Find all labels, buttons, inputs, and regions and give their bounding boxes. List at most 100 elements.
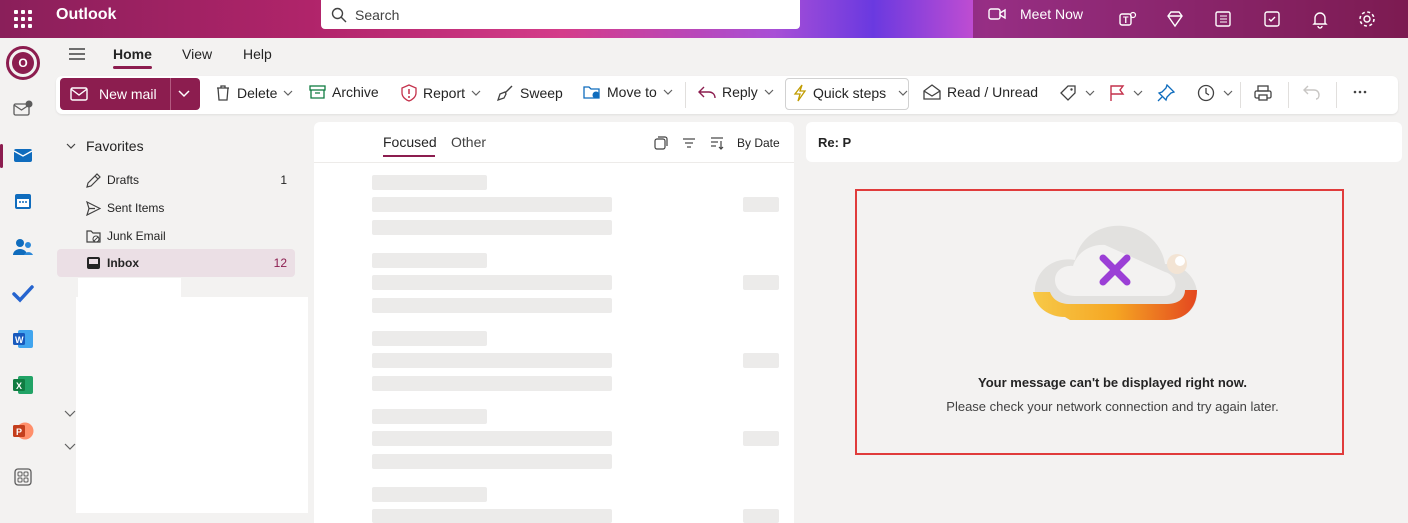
onenote-feed-icon[interactable]	[1213, 9, 1233, 29]
read-unread-label: Read / Unread	[947, 84, 1039, 100]
sort-by-date[interactable]: By Date	[737, 136, 780, 150]
new-mail-button[interactable]: New mail	[60, 78, 200, 110]
chevron-down-icon[interactable]	[64, 443, 76, 451]
broom-icon	[497, 85, 513, 101]
focused-underline	[383, 155, 435, 157]
search-icon	[331, 7, 347, 22]
settings-gear-icon[interactable]	[1357, 9, 1377, 29]
tag-icon	[1060, 85, 1076, 101]
select-all-icon[interactable]	[654, 136, 668, 150]
split-divider	[170, 78, 171, 110]
excel-icon[interactable]: X	[12, 374, 34, 396]
redacted-block	[76, 297, 308, 513]
meet-now-button[interactable]: Meet Now	[988, 6, 1083, 22]
people-icon[interactable]	[12, 236, 34, 258]
more-options-button[interactable]	[1352, 84, 1374, 100]
categorize-button[interactable]	[1059, 84, 1095, 102]
chevron-down-icon[interactable]	[1085, 90, 1095, 96]
archive-button[interactable]: Archive	[309, 84, 379, 100]
mail-icon[interactable]	[12, 144, 34, 166]
lightning-icon	[793, 84, 807, 102]
meet-now-label: Meet Now	[1020, 6, 1084, 22]
chevron-down-icon[interactable]	[1133, 90, 1143, 96]
ribbon-divider	[1336, 82, 1337, 108]
delete-button[interactable]: Delete	[215, 84, 293, 102]
notifications-bell-icon[interactable]	[1310, 9, 1330, 29]
quick-steps-button[interactable]: Quick steps	[793, 84, 908, 102]
snooze-button[interactable]	[1197, 84, 1233, 102]
unread-count: 12	[273, 256, 287, 270]
move-to-button[interactable]: Move to	[583, 84, 673, 100]
chevron-down-icon[interactable]	[663, 89, 673, 95]
app-launcher-icon[interactable]	[12, 8, 34, 30]
video-camera-icon	[988, 8, 1006, 20]
junk-folder-icon	[86, 229, 101, 243]
print-button[interactable]	[1254, 84, 1278, 102]
search-placeholder: Search	[355, 6, 400, 23]
svg-text:W: W	[15, 335, 24, 345]
app-rail: O W X P	[0, 38, 46, 523]
premium-diamond-icon[interactable]	[1165, 9, 1185, 29]
more-apps-icon[interactable]	[12, 466, 34, 488]
move-to-label: Move to	[607, 84, 657, 100]
tab-home[interactable]: Home	[113, 46, 152, 62]
outlook-logo-icon[interactable]: O	[6, 46, 40, 80]
tab-help[interactable]: Help	[243, 46, 272, 62]
hamburger-menu-icon[interactable]	[68, 46, 86, 62]
inbox-icon	[87, 257, 100, 269]
folder-drafts[interactable]: Drafts 1	[57, 166, 295, 194]
filter-icon[interactable]	[682, 137, 696, 149]
new-mail-rail-icon[interactable]	[12, 98, 34, 120]
reply-label: Reply	[722, 84, 758, 100]
chevron-down-icon[interactable]	[471, 90, 481, 96]
archive-label: Archive	[332, 84, 379, 100]
chevron-down-icon[interactable]	[1223, 90, 1233, 96]
word-icon[interactable]: W	[12, 328, 34, 350]
folder-name: Sent Items	[107, 201, 165, 215]
shield-report-icon	[401, 84, 417, 102]
chevron-down-icon[interactable]	[898, 90, 908, 96]
teams-icon[interactable]: T	[1117, 9, 1137, 29]
archive-icon	[309, 85, 326, 99]
app-name[interactable]: Outlook	[56, 6, 116, 24]
tab-focused[interactable]: Focused	[383, 134, 437, 150]
chevron-down-icon[interactable]	[283, 90, 293, 96]
folder-junk-email[interactable]: Junk Email	[57, 222, 295, 250]
more-ellipsis-icon	[1353, 90, 1367, 94]
chevron-down-icon[interactable]	[764, 89, 774, 95]
sweep-button[interactable]: Sweep	[497, 84, 563, 101]
powerpoint-icon[interactable]: P	[12, 420, 34, 442]
printer-icon	[1254, 85, 1272, 101]
sort-icon[interactable]	[710, 136, 724, 150]
clock-icon	[1197, 84, 1215, 102]
cloud-error-icon	[1033, 225, 1197, 320]
list-divider	[314, 162, 794, 163]
tab-other[interactable]: Other	[451, 134, 486, 150]
tab-view[interactable]: View	[182, 46, 212, 62]
todo-check-icon[interactable]	[12, 282, 34, 304]
ribbon-divider	[1240, 82, 1241, 108]
reply-button[interactable]: Reply	[698, 84, 774, 100]
pin-icon	[1157, 84, 1175, 102]
unread-count: 1	[280, 173, 287, 187]
chevron-down-icon[interactable]	[178, 90, 190, 98]
folder-move-icon	[583, 86, 600, 99]
folder-name: Junk Email	[107, 229, 166, 243]
flag-button[interactable]	[1109, 84, 1143, 102]
tab-home-underline	[113, 66, 152, 69]
read-unread-button[interactable]: Read / Unread	[923, 84, 1038, 100]
chevron-down-icon[interactable]	[64, 410, 76, 418]
search-input[interactable]: Search	[321, 0, 800, 29]
folder-name: Drafts	[107, 173, 140, 187]
folder-inbox[interactable]: Inbox 12	[57, 249, 295, 277]
my-day-icon[interactable]	[1262, 9, 1282, 29]
folder-sent-items[interactable]: Sent Items	[57, 194, 295, 222]
pin-button[interactable]	[1157, 84, 1181, 102]
reply-arrow-icon	[698, 86, 716, 99]
undo-button[interactable]	[1303, 84, 1327, 100]
sweep-label: Sweep	[520, 84, 563, 101]
error-subtitle: Please check your network connection and…	[946, 399, 1279, 414]
favorites-header[interactable]: Favorites	[66, 138, 144, 154]
calendar-icon[interactable]	[12, 190, 34, 212]
report-button[interactable]: Report	[401, 84, 481, 102]
